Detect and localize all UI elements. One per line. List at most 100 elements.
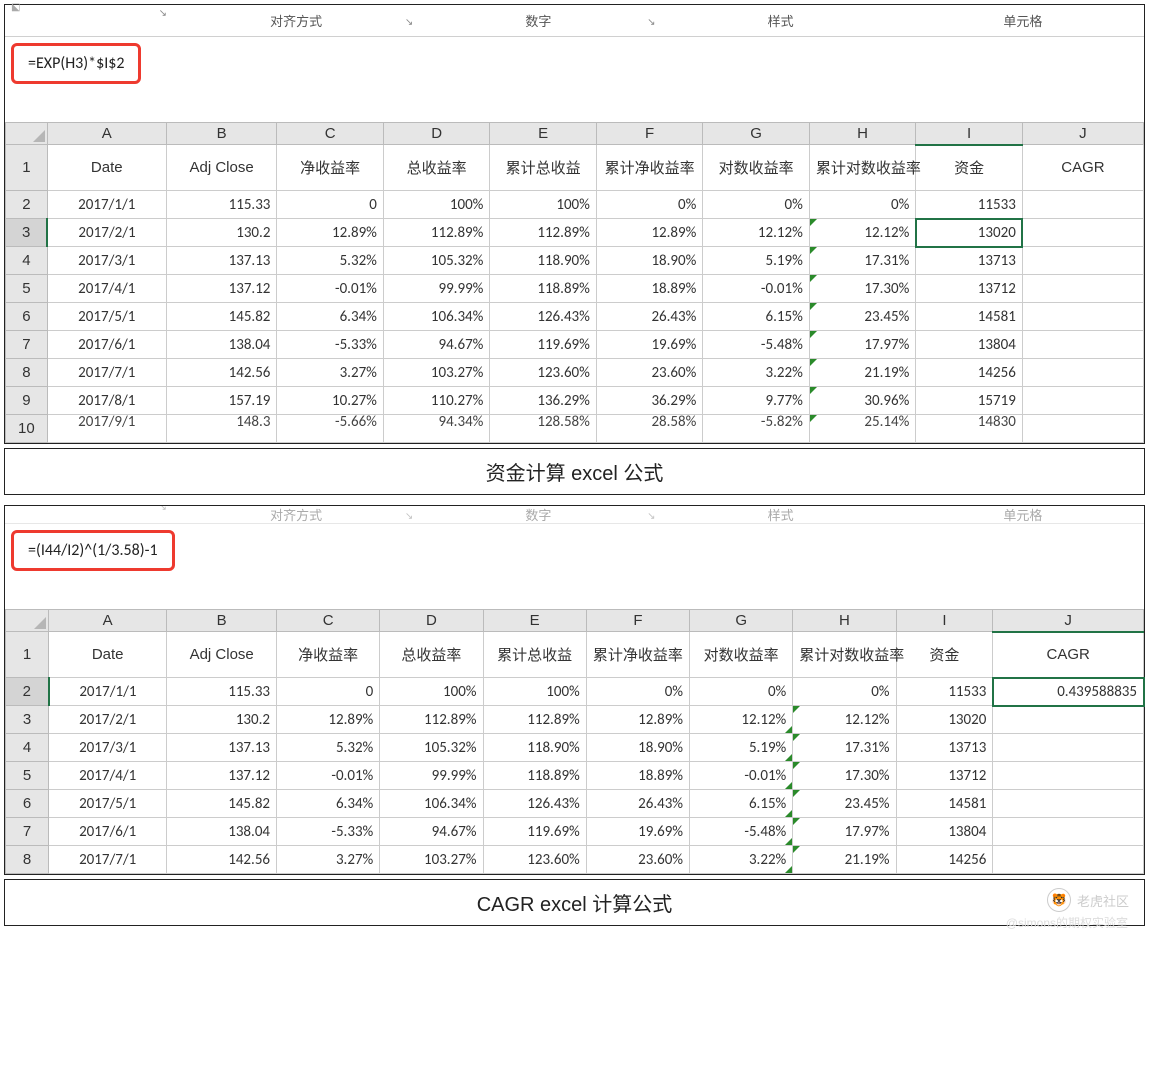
row-header[interactable]: 6 [6,790,49,818]
cell[interactable] [1022,275,1143,303]
col-header[interactable]: A [47,123,166,145]
row-header[interactable]: 1 [6,145,48,191]
cell[interactable]: 2017/5/1 [47,303,166,331]
cell[interactable]: 13804 [896,818,993,846]
cell[interactable]: 23.60% [596,359,702,387]
header-cell[interactable]: 对数收益率 [703,145,809,191]
cell[interactable]: 12.89% [277,706,380,734]
cell[interactable]: 18.89% [586,762,689,790]
cell[interactable]: 6.15% [690,790,793,818]
cell[interactable]: 13713 [916,247,1022,275]
cell[interactable]: -0.01% [690,762,793,790]
col-header[interactable]: F [596,123,702,145]
cell[interactable]: 130.2 [166,219,277,247]
cell[interactable]: -0.01% [277,762,380,790]
cell[interactable]: 25.14% [809,415,915,443]
cell[interactable]: 136.29% [490,387,596,415]
header-cell[interactable]: Date [49,632,167,678]
cell[interactable]: 2017/7/1 [49,846,167,874]
cell[interactable]: 2017/6/1 [49,818,167,846]
header-cell[interactable]: 净收益率 [277,145,383,191]
cell[interactable]: 23.45% [809,303,915,331]
cell[interactable]: 106.34% [380,790,483,818]
cell[interactable]: 137.12 [167,762,277,790]
cell[interactable]: 100% [383,191,489,219]
cell[interactable]: 2017/5/1 [49,790,167,818]
select-all-corner[interactable] [6,123,48,145]
cell[interactable]: 118.90% [483,734,586,762]
col-header-selected[interactable]: J [993,610,1144,632]
cell[interactable]: 12.89% [586,706,689,734]
cell[interactable]: 14581 [916,303,1022,331]
row-header[interactable]: 4 [6,734,49,762]
header-cell[interactable]: 资金 [916,145,1022,191]
cell[interactable]: 138.04 [167,818,277,846]
header-cell[interactable]: 对数收益率 [690,632,793,678]
cell[interactable]: 3.22% [703,359,809,387]
cell[interactable]: 28.58% [596,415,702,443]
cell[interactable]: 18.89% [596,275,702,303]
cell[interactable]: 11533 [896,678,993,706]
cell[interactable] [1022,415,1143,443]
ribbon-group-styles[interactable]: 样式 [660,11,902,30]
cell[interactable]: 10.27% [277,387,383,415]
cell[interactable]: 6.15% [703,303,809,331]
cell[interactable]: 13712 [896,762,993,790]
cell[interactable] [1022,191,1143,219]
col-header[interactable]: E [483,610,586,632]
row-header[interactable]: 3 [6,706,49,734]
cell[interactable]: 110.27% [383,387,489,415]
cell[interactable]: 13020 [916,219,1022,247]
row-header[interactable]: 2 [6,191,48,219]
cell[interactable]: 2017/3/1 [47,247,166,275]
cell[interactable]: 119.69% [490,331,596,359]
cell[interactable]: 18.90% [596,247,702,275]
cell[interactable]: 128.58% [490,415,596,443]
cell[interactable]: 23.45% [793,790,896,818]
cell[interactable] [1022,387,1143,415]
row-header[interactable]: 2 [6,678,49,706]
cell[interactable]: 118.90% [490,247,596,275]
cell[interactable]: 0 [277,678,380,706]
col-header[interactable]: C [277,610,380,632]
cell[interactable]: 0% [703,191,809,219]
cell[interactable] [993,846,1144,874]
cell[interactable]: 26.43% [586,790,689,818]
cell[interactable]: 100% [483,678,586,706]
cell[interactable]: 103.27% [383,359,489,387]
cell[interactable]: 12.12% [793,706,896,734]
cell[interactable]: 118.89% [483,762,586,790]
cell[interactable]: 0 [277,191,383,219]
header-cell[interactable]: 总收益率 [383,145,489,191]
cell[interactable]: 3.27% [277,359,383,387]
row-header[interactable]: 10 [6,415,48,443]
header-cell[interactable]: 累计总收益 [483,632,586,678]
col-header[interactable]: F [586,610,689,632]
col-header[interactable]: I [896,610,993,632]
cell[interactable]: 18.90% [586,734,689,762]
cell[interactable]: 0% [586,678,689,706]
cell[interactable] [993,762,1144,790]
cell[interactable]: 94.34% [383,415,489,443]
cell[interactable]: 17.97% [793,818,896,846]
cell[interactable]: 2017/2/1 [49,706,167,734]
cell[interactable] [993,706,1144,734]
header-cell[interactable]: CAGR [993,632,1144,678]
cell[interactable]: 157.19 [166,387,277,415]
cell[interactable]: 17.31% [809,247,915,275]
cell[interactable]: 30.96% [809,387,915,415]
cell[interactable]: 12.12% [690,706,793,734]
cell[interactable]: 142.56 [167,846,277,874]
cell[interactable]: 94.67% [383,331,489,359]
cell[interactable]: 5.32% [277,734,380,762]
cell[interactable]: 19.69% [586,818,689,846]
cell[interactable]: 105.32% [380,734,483,762]
cell[interactable] [993,818,1144,846]
cell[interactable]: 2017/3/1 [49,734,167,762]
row-header[interactable]: 3 [6,219,48,247]
col-header[interactable]: H [809,123,915,145]
cell[interactable]: 17.30% [809,275,915,303]
cell[interactable]: 118.89% [490,275,596,303]
cell[interactable]: 9.77% [703,387,809,415]
cell[interactable]: 11533 [916,191,1022,219]
